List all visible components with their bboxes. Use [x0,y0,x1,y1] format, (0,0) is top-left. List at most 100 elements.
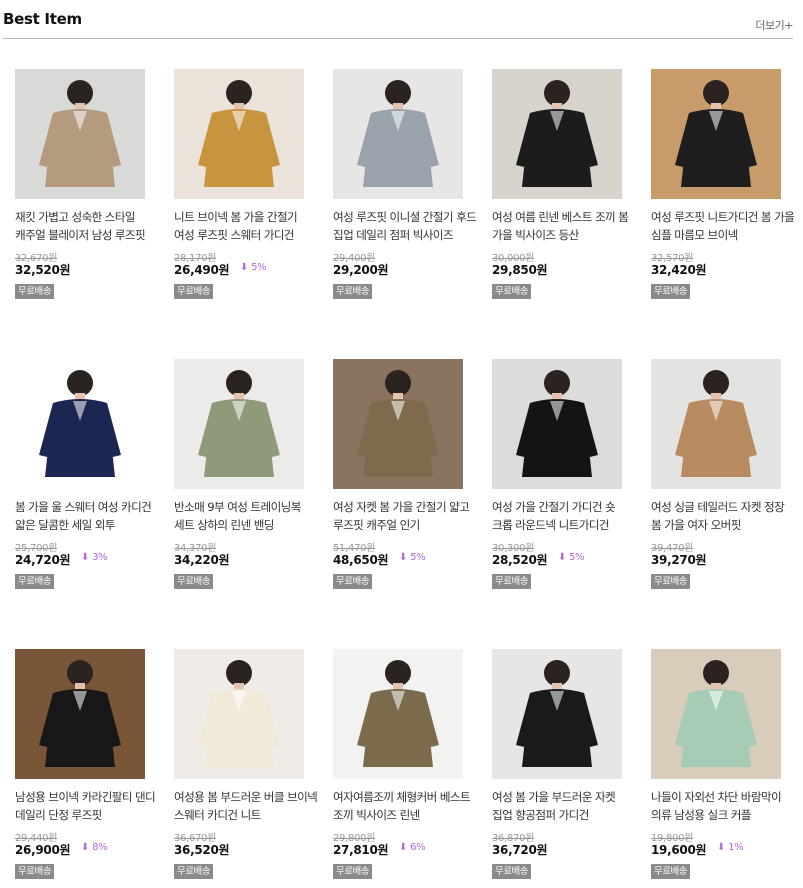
sale-price: 29,850원 [492,263,548,277]
down-arrow-icon: ⬇ [399,552,408,563]
product-card[interactable]: 반소매 9부 여성 트레이닝복 세트 상하의 린넨 밴딩 34,370원 34,22… [174,359,320,591]
discount-value: 5% [569,552,585,563]
discount-rate: ⬇ 5% [240,262,267,273]
product-name[interactable]: 여성 여름 린넨 베스트 조끼 봄 가을 빅사이즈 등산 [492,208,638,244]
product-card[interactable]: 재킷 가볍고 성숙한 스타일 캐주얼 블레이저 남성 루즈핏 32,670원 32,… [15,69,161,301]
discount-rate: ⬇ 5% [558,552,585,563]
product-image[interactable] [15,649,145,779]
free-shipping-badge: 무료배송 [651,574,690,589]
sale-price: 48,650원 [333,553,389,567]
product-name[interactable]: 여성 싱글 테일러드 자켓 정장 봄 가을 여자 오버핏 [651,498,797,534]
free-shipping-badge: 무료배송 [651,864,690,879]
discount-value: 6% [410,842,426,853]
free-shipping-badge: 무료배송 [15,284,54,299]
sale-price: 36,520원 [174,843,230,857]
discount-value: 5% [251,262,267,273]
sale-price: 32,420원 [651,263,707,277]
header-divider [3,38,793,39]
product-card[interactable]: 여자여름조끼 체형커버 베스트 조끼 빅사이즈 린넨 29,800원 27,810원… [333,649,479,881]
sale-price: 26,490원 [174,263,230,277]
free-shipping-badge: 무료배송 [174,864,213,879]
product-image[interactable] [492,649,622,779]
product-image[interactable] [651,649,781,779]
free-shipping-badge: 무료배송 [333,864,372,879]
down-arrow-icon: ⬇ [81,842,90,853]
sale-price: 39,270원 [651,553,707,567]
free-shipping-badge: 무료배송 [174,574,213,589]
product-image[interactable] [651,359,781,489]
product-name[interactable]: 여성 루즈핏 이니셜 간절기 후드 집업 데일리 점퍼 빅사이즈 [333,208,479,244]
discount-value: 5% [410,552,426,563]
free-shipping-badge: 무료배송 [333,284,372,299]
product-image[interactable] [174,649,304,779]
product-card[interactable]: 여성 봄 가을 부드러운 자켓 집업 향공점퍼 가디건 36,870원 36,720… [492,649,638,881]
product-name[interactable]: 여성 자켓 봄 가을 간절기 얇고 루즈핏 캐주얼 인기 [333,498,479,534]
more-link[interactable]: 더보기+ [755,17,793,33]
down-arrow-icon: ⬇ [399,842,408,853]
product-card[interactable]: 여성 루즈핏 이니셜 간절기 후드 집업 데일리 점퍼 빅사이즈 29,400원 2… [333,69,479,301]
free-shipping-badge: 무료배송 [174,284,213,299]
product-name[interactable]: 여자여름조끼 체형커버 베스트 조끼 빅사이즈 린넨 [333,788,479,824]
discount-value: 3% [92,552,108,563]
product-card[interactable]: 봄 가을 울 스웨터 여성 카디건 얇은 달콤한 세일 외투 25,700원 24,… [15,359,161,591]
discount-value: 1% [728,842,744,853]
product-card[interactable]: 여성 싱글 테일러드 자켓 정장 봄 가을 여자 오버핏 39,470원 39,27… [651,359,797,591]
product-card[interactable]: 여성용 봄 부드러운 버클 브이넥 스웨터 카디건 니트 36,670원 36,52… [174,649,320,881]
free-shipping-badge: 무료배송 [492,864,531,879]
product-card[interactable]: 니트 브이넥 봄 가을 간절기 여성 루즈핏 스웨터 가디건 28,170원 26,… [174,69,320,301]
product-image[interactable] [492,69,622,199]
product-name[interactable]: 여성 루즈핏 니트가디건 봄 가을 심플 마름모 브이넥 [651,208,797,244]
free-shipping-badge: 무료배송 [15,574,54,589]
product-name[interactable]: 여성용 봄 부드러운 버클 브이넥 스웨터 카디건 니트 [174,788,320,824]
sale-price: 26,900원 [15,843,71,857]
sale-price: 27,810원 [333,843,389,857]
product-image[interactable] [333,359,463,489]
section-title: Best Item [3,10,82,28]
product-card[interactable]: 여성 여름 린넨 베스트 조끼 봄 가을 빅사이즈 등산 30,000원 29,85… [492,69,638,301]
product-image[interactable] [492,359,622,489]
product-name[interactable]: 나들이 자외선 차단 바람막이 의류 남성용 실크 커플 [651,788,797,824]
discount-rate: ⬇ 8% [81,842,108,853]
product-card[interactable]: 여성 가을 간절기 가디건 숏 크롭 라운드넥 니트가디건 30,300원 28,5… [492,359,638,591]
down-arrow-icon: ⬇ [717,842,726,853]
product-name[interactable]: 봄 가을 울 스웨터 여성 카디건 얇은 달콤한 세일 외투 [15,498,161,534]
product-name[interactable]: 재킷 가볍고 성숙한 스타일 캐주얼 블레이저 남성 루즈핏 [15,208,161,244]
sale-price: 32,520원 [15,263,71,277]
free-shipping-badge: 무료배송 [651,284,690,299]
discount-rate: ⬇ 5% [399,552,426,563]
product-card[interactable]: 여성 루즈핏 니트가디건 봄 가을 심플 마름모 브이넥 32,570원 32,42… [651,69,797,301]
product-name[interactable]: 니트 브이넥 봄 가을 간절기 여성 루즈핏 스웨터 가디건 [174,208,320,244]
product-image[interactable] [651,69,781,199]
down-arrow-icon: ⬇ [81,552,90,563]
product-image[interactable] [15,69,145,199]
free-shipping-badge: 무료배송 [15,864,54,879]
down-arrow-icon: ⬇ [240,262,249,273]
product-name[interactable]: 여성 가을 간절기 가디건 숏 크롭 라운드넥 니트가디건 [492,498,638,534]
sale-price: 36,720원 [492,843,548,857]
product-image[interactable] [174,69,304,199]
product-image[interactable] [333,69,463,199]
product-card[interactable]: 남성용 브이넥 카라긴팔티 댄디 데일리 단정 루즈핏 29,440원 26,900… [15,649,161,881]
discount-rate: ⬇ 3% [81,552,108,563]
discount-value: 8% [92,842,108,853]
product-name[interactable]: 남성용 브이넥 카라긴팔티 댄디 데일리 단정 루즈핏 [15,788,161,824]
discount-rate: ⬇ 6% [399,842,426,853]
product-image[interactable] [333,649,463,779]
sale-price: 24,720원 [15,553,71,567]
free-shipping-badge: 무료배송 [333,574,372,589]
free-shipping-badge: 무료배송 [492,574,531,589]
section-header: Best Item 더보기+ [0,0,803,40]
product-name[interactable]: 반소매 9부 여성 트레이닝복 세트 상하의 린넨 밴딩 [174,498,320,534]
sale-price: 28,520원 [492,553,548,567]
sale-price: 19,600원 [651,843,707,857]
free-shipping-badge: 무료배송 [492,284,531,299]
product-image[interactable] [15,359,145,489]
product-card[interactable]: 나들이 자외선 차단 바람막이 의류 남성용 실크 커플 19,800원 19,60… [651,649,797,881]
discount-rate: ⬇ 1% [717,842,744,853]
sale-price: 34,220원 [174,553,230,567]
product-image[interactable] [174,359,304,489]
product-name[interactable]: 여성 봄 가을 부드러운 자켓 집업 향공점퍼 가디건 [492,788,638,824]
down-arrow-icon: ⬇ [558,552,567,563]
sale-price: 29,200원 [333,263,389,277]
product-card[interactable]: 여성 자켓 봄 가을 간절기 얇고 루즈핏 캐주얼 인기 51,470원 48,65… [333,359,479,591]
